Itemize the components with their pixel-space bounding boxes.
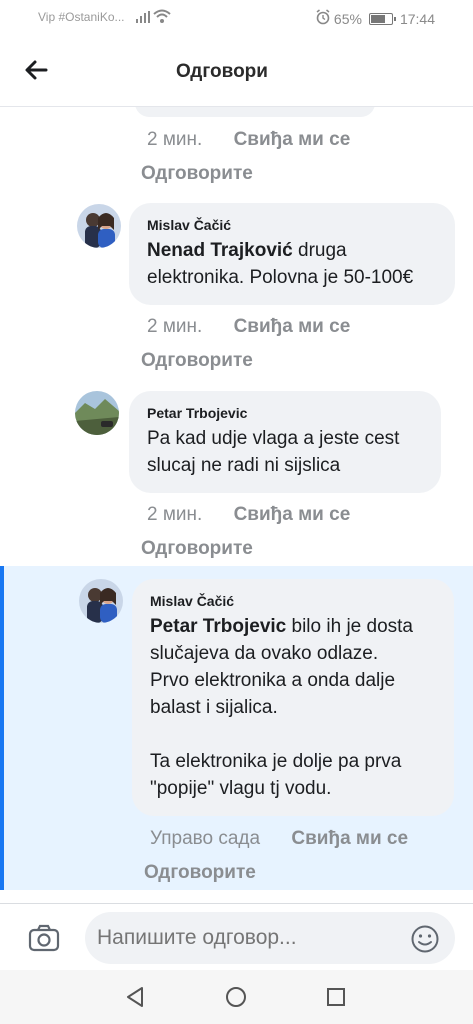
comment-actions: 2 мин. Свиђа ми се [147, 316, 350, 338]
comment-text-line: slucaj ne radi ni sijslica [147, 455, 341, 476]
battery-percent: 65% [333, 10, 362, 27]
comment-text-line: druga [298, 240, 347, 261]
comment-text-line: Ta elektronika je dolje pa prva [150, 751, 402, 772]
comment-text-line: elektronika. Polovna je 50-100€ [147, 267, 414, 288]
avatar[interactable] [77, 204, 121, 248]
comment-text: Pa kad udje vlaga a jeste cest slucaj ne… [147, 425, 423, 479]
system-nav-bar [0, 970, 473, 1024]
comment-text: Petar Trbojevic bilo ih je dosta slučaje… [150, 613, 436, 802]
reply-input[interactable] [85, 912, 455, 964]
comment-text-line: Pa kad udje vlaga a jeste cest [147, 428, 400, 449]
comment-text-line: balast i sijalica. [150, 697, 278, 718]
header: Одговори [0, 36, 473, 107]
camera-icon[interactable] [28, 924, 60, 952]
reply-button[interactable]: Одговорите [141, 350, 253, 372]
mention-link[interactable]: Nenad Trajković [147, 240, 293, 261]
comment-bubble: Mislav Čačić Petar Trbojevic bilo ih je … [132, 579, 454, 816]
comment-text-line: Prvo elektronika a onda dalje [150, 670, 396, 691]
comment-text-line: "popije" vlagu tj vodu. [150, 778, 332, 799]
like-button[interactable]: Свиђа ми се [234, 504, 351, 525]
emoji-icon[interactable] [410, 924, 440, 954]
nav-recent-apps-icon[interactable] [326, 987, 346, 1012]
reply-button[interactable]: Одговорите [141, 163, 253, 185]
comment-actions: 2 мин. Свиђа ми се [147, 129, 350, 151]
comment-author[interactable]: Mislav Čačić [150, 593, 436, 609]
page-title: Одговори [176, 61, 268, 82]
like-button[interactable]: Свиђа ми се [291, 828, 408, 849]
comment-bubble: Mislav Čačić Nenad Trajković druga elekt… [129, 203, 455, 305]
avatar[interactable] [75, 391, 119, 435]
avatar[interactable] [79, 579, 123, 623]
signal-icon [136, 10, 150, 28]
replies-list: 2 мин. Свиђа ми се Одговорите Mislav Čač… [0, 107, 473, 903]
comment-text-line: bilo ih je dosta [291, 616, 413, 637]
previous-comment-bubble [135, 107, 375, 117]
reply-button[interactable]: Одговорите [141, 538, 253, 560]
like-button[interactable]: Свиђа ми се [234, 129, 351, 150]
nav-back-icon[interactable] [124, 986, 146, 1013]
comment-actions: 2 мин. Свиђа ми се [147, 504, 350, 526]
comment-time: 2 мин. [147, 504, 203, 525]
status-right: 65% 17:44 [315, 9, 435, 28]
status-time: 17:44 [399, 10, 435, 27]
comment-text: Nenad Trajković druga elektronika. Polov… [147, 237, 437, 291]
reply-button[interactable]: Одговорите [144, 862, 256, 884]
comment-author[interactable]: Petar Trbojevic [147, 405, 423, 421]
comment-actions: Управо сада Свиђа ми се [150, 828, 408, 850]
comment-bubble: Petar Trbojevic Pa kad udje vlaga a jest… [129, 391, 441, 493]
mention-link[interactable]: Petar Trbojevic [150, 616, 286, 637]
comment-time: 2 мин. [147, 129, 203, 150]
alarm-icon [315, 9, 331, 28]
comment-author[interactable]: Mislav Čačić [147, 217, 437, 233]
back-arrow-icon[interactable] [22, 56, 50, 84]
status-bar: Vip #OstaniKo... 65% 17:44 [0, 0, 473, 36]
carrier-label: Vip #OstaniKo... [38, 10, 125, 24]
reply-composer [0, 903, 473, 970]
battery-icon [368, 12, 396, 25]
wifi-icon [153, 9, 171, 28]
comment-text-line: slučajeva da ovako odlaze. [150, 643, 379, 664]
nav-home-icon[interactable] [225, 986, 247, 1013]
like-button[interactable]: Свиђа ми се [234, 316, 351, 337]
comment-time: 2 мин. [147, 316, 203, 337]
comment-time: Управо сада [150, 828, 261, 849]
